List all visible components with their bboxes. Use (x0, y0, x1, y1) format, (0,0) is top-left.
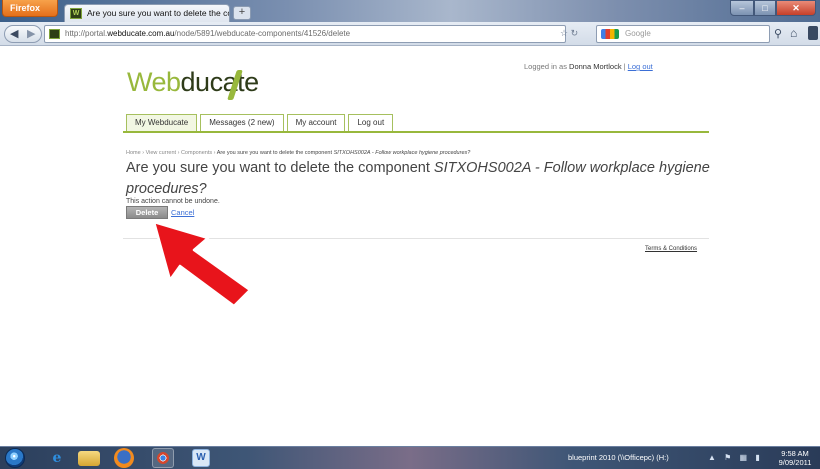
breadcrumb-separator: › (177, 150, 180, 156)
main-menu: My Webducate Messages (2 new) My account… (126, 114, 394, 132)
word-icon[interactable]: W (192, 449, 210, 467)
page-title: Are you sure you want to delete the comp… (126, 158, 711, 200)
google-icon[interactable] (601, 29, 619, 39)
menu-item-messages[interactable]: Messages (2 new) (200, 114, 284, 132)
home-icon[interactable]: ⌂ (790, 26, 797, 40)
folder-icon[interactable] (78, 451, 100, 466)
browser-navbar: ◀ ▶ http://portal.webducate.com.au/node/… (0, 22, 820, 46)
logged-in-label: Logged in as (524, 62, 567, 71)
breadcrumb-current: Are you sure you want to delete the comp… (216, 150, 333, 156)
undo-warning: This action cannot be undone. (126, 198, 220, 205)
menu-divider (123, 131, 709, 133)
cancel-link[interactable]: Cancel (171, 208, 194, 217)
new-tab-button[interactable]: + (233, 6, 251, 20)
terms-link[interactable]: Terms & Conditions (645, 246, 697, 252)
window-controls: – □ ✕ (730, 0, 816, 16)
red-arrow-icon (152, 220, 252, 308)
menu-item-log-out[interactable]: Log out (348, 114, 394, 132)
tab-title: Are you sure you want to delete the com.… (87, 8, 229, 18)
firefox-menu-button[interactable]: Firefox (2, 0, 58, 17)
reload-icon[interactable]: ↻ (571, 28, 579, 38)
history-buttons: ◀ ▶ (4, 25, 42, 43)
menu-item-my-webducate[interactable]: My Webducate (126, 114, 198, 132)
user-strip: Logged in as Donna Mortlock | Log out (524, 62, 653, 71)
search-icon[interactable]: ⚲ (774, 27, 782, 40)
clock-time: 9:58 AM (781, 449, 809, 458)
header-logout-link[interactable]: Log out (628, 62, 653, 71)
taskbar-clock[interactable]: 9:58 AM 9/09/2011 (775, 449, 815, 467)
breadcrumb-home[interactable]: Home (126, 150, 141, 156)
breadcrumb-current-code: SITXOHS002A - Follow workplace hygiene p… (333, 150, 471, 156)
site-favicon-icon: W (70, 8, 82, 19)
logo-text-rest: ducate (180, 67, 260, 97)
windows-taskbar: e W blueprint 2010 (\\Officepc) (H:) ▲ ⚑… (0, 446, 820, 469)
search-input[interactable]: Google (596, 25, 770, 43)
taskbar-drive-status[interactable]: blueprint 2010 (\\Officepc) (H:) (568, 453, 669, 462)
site-identity-icon[interactable] (49, 29, 60, 39)
breadcrumb-components[interactable]: Components (181, 150, 212, 156)
close-window-button[interactable]: ✕ (776, 0, 816, 16)
url-prefix: http://portal. (65, 29, 108, 38)
breadcrumb: Home › View current › Components › Are y… (126, 150, 470, 156)
minimize-button[interactable]: – (730, 0, 754, 16)
addon-bar-icon[interactable] (808, 26, 818, 40)
chrome-icon[interactable] (152, 448, 174, 468)
ie-icon[interactable]: e (44, 449, 70, 467)
bookmark-star-icon[interactable]: ☆ (560, 28, 568, 38)
start-orb-icon[interactable] (5, 448, 25, 468)
breadcrumb-separator: › (213, 150, 216, 156)
url-tools: ☆ ↻ (560, 25, 578, 41)
browser-titlebar: Firefox W Are you sure you want to delet… (0, 0, 820, 22)
menu-item-my-account[interactable]: My account (286, 114, 346, 132)
breadcrumb-view-current[interactable]: View current (146, 150, 176, 156)
system-tray[interactable]: ▲ ⚑ ▦ ▮ (708, 453, 763, 462)
logo-text-web: Web (127, 67, 181, 97)
user-strip-separator: | (623, 62, 626, 71)
clock-date: 9/09/2011 (778, 458, 812, 467)
forward-icon[interactable]: ▶ (27, 26, 35, 42)
back-icon[interactable]: ◀ (10, 26, 18, 42)
tab-active[interactable]: W Are you sure you want to delete the co… (64, 4, 230, 22)
url-path: /node/5891/webducate-components/41526/de… (174, 29, 351, 38)
page-title-prefix: Are you sure you want to delete the comp… (126, 160, 430, 176)
breadcrumb-separator: › (142, 150, 145, 156)
address-bar[interactable]: http://portal.webducate.com.au/node/5891… (44, 25, 566, 43)
url-host: webducate.com.au (107, 29, 175, 38)
user-name: Donna Mortlock (569, 62, 622, 71)
search-placeholder: Google (625, 29, 651, 38)
firefox-icon[interactable] (114, 448, 134, 468)
maximize-button[interactable]: □ (754, 0, 776, 16)
